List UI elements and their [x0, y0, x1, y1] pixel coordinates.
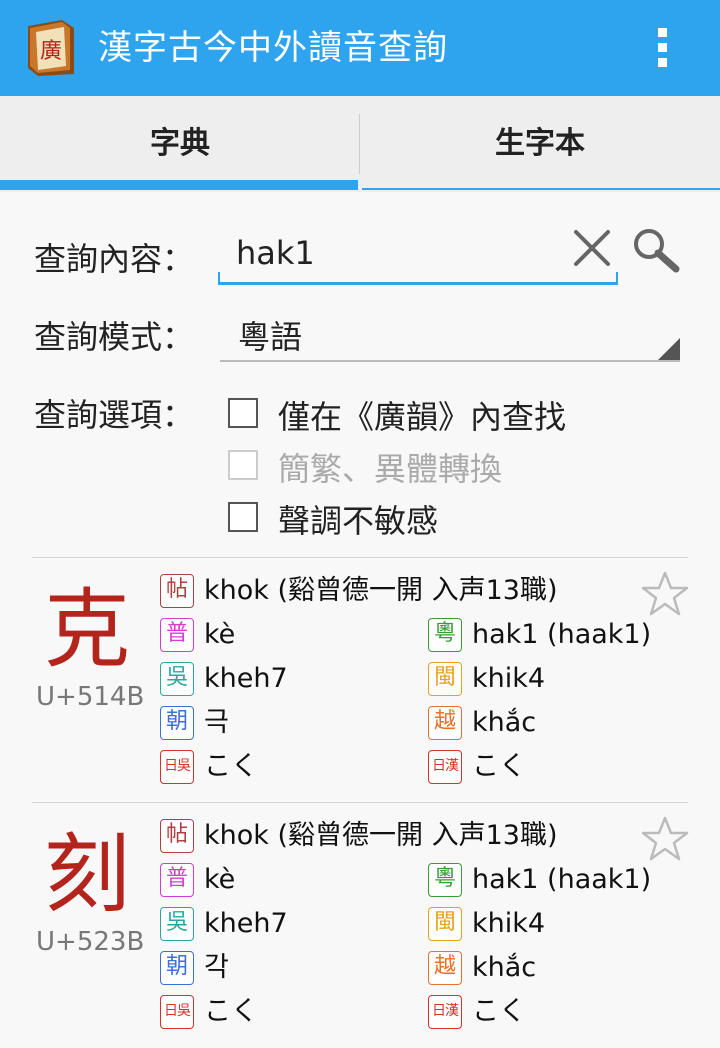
svg-text:廣: 廣	[40, 39, 62, 64]
lang-tag: 日漢	[428, 995, 462, 1029]
reading-value: hak1 (haak1)	[472, 864, 652, 895]
overflow-menu-icon[interactable]	[648, 26, 678, 70]
lang-tag: 閩	[428, 662, 462, 696]
reading-value: kheh7	[204, 663, 288, 694]
result-entry[interactable]: 克 U+514B 帖 khok (谿曾德一開 入声13職) 普 kè 粵 hak…	[0, 558, 720, 802]
mode-select-underline	[220, 360, 680, 362]
app-bar: 廣 漢字古今中外讀音查詢	[0, 0, 720, 96]
reading-value: こく	[204, 751, 258, 782]
lang-tag: 吳	[160, 907, 194, 941]
lang-tag: 越	[428, 706, 462, 740]
reading-value: khok (谿曾德一開 入声13職)	[204, 575, 558, 606]
reading-value: hak1 (haak1)	[472, 619, 652, 650]
option-label: 僅在《廣韻》內查找	[278, 398, 567, 436]
tab-dictionary[interactable]: 字典	[0, 96, 360, 192]
guangyun-tag: 帖	[160, 574, 194, 608]
guangyun-tag: 帖	[160, 819, 194, 853]
tab-wordbook[interactable]: 生字本	[360, 96, 720, 192]
result-codepoint: U+523B	[36, 927, 145, 957]
lang-tag: 日漢	[428, 750, 462, 784]
option-label: 簡繁、異體轉換	[278, 450, 503, 488]
search-icon[interactable]	[630, 226, 682, 274]
mode-label: 查詢模式：	[34, 318, 195, 356]
reading-value: khik4	[472, 663, 546, 694]
star-icon[interactable]	[640, 815, 690, 863]
reading-value: こく	[204, 996, 258, 1027]
reading-value: kè	[204, 619, 236, 650]
star-icon[interactable]	[640, 570, 690, 618]
tab-bar: 字典 生字本	[0, 96, 720, 192]
reading-value: 각	[204, 952, 229, 983]
reading-value: khắc	[472, 707, 537, 738]
tab-underline	[362, 188, 720, 190]
reading-value: こく	[472, 751, 526, 782]
book-icon: 廣	[28, 20, 74, 76]
reading-value: kheh7	[204, 908, 288, 939]
result-character: 刻	[44, 825, 130, 925]
result-codepoint: U+514B	[36, 682, 145, 712]
lang-tag: 普	[160, 618, 194, 652]
query-input-underline	[220, 282, 618, 285]
lang-tag: 粵	[428, 618, 462, 652]
query-input[interactable]: hak1	[236, 234, 315, 272]
option-label: 聲調不敏感	[278, 502, 439, 540]
reading-value: khok (谿曾德一開 入声13職)	[204, 820, 558, 851]
lang-tag: 日吳	[160, 995, 194, 1029]
lang-tag: 閩	[428, 907, 462, 941]
lang-tag: 日吳	[160, 750, 194, 784]
checkbox[interactable]	[228, 502, 258, 532]
lang-tag: 吳	[160, 662, 194, 696]
app-title: 漢字古今中外讀音查詢	[98, 28, 448, 68]
result-character: 克	[44, 580, 130, 680]
query-label: 查詢內容：	[34, 240, 195, 278]
result-entry[interactable]: 刻 U+523B 帖 khok (谿曾德一開 入声13職) 普 kè 粵 hak…	[0, 803, 720, 1047]
lang-tag: 越	[428, 951, 462, 985]
reading-value: khắc	[472, 952, 537, 983]
lang-tag: 朝	[160, 706, 194, 740]
reading-value: こく	[472, 996, 526, 1027]
lang-tag: 普	[160, 863, 194, 897]
clear-icon[interactable]	[572, 228, 612, 268]
checkbox	[228, 450, 258, 480]
reading-value: khik4	[472, 908, 546, 939]
lang-tag: 粵	[428, 863, 462, 897]
mode-select[interactable]: 粵語	[238, 312, 302, 358]
reading-value: kè	[204, 864, 236, 895]
query-input-edge-left	[218, 272, 220, 285]
options-label: 查詢選項：	[34, 396, 195, 434]
checkbox[interactable]	[228, 398, 258, 428]
query-input-edge-right	[616, 272, 618, 285]
reading-value: 극	[204, 707, 229, 738]
tab-indicator	[0, 180, 358, 190]
dropdown-arrow-icon[interactable]	[658, 338, 680, 360]
lang-tag: 朝	[160, 951, 194, 985]
